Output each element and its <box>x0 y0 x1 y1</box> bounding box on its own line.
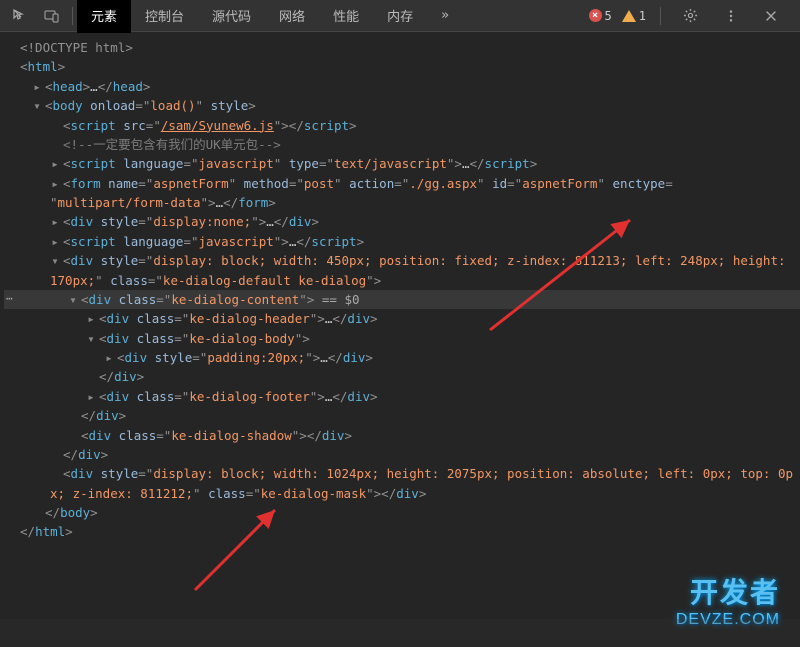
warning-icon <box>622 10 636 22</box>
dom-script-src[interactable]: ▸<script src="/sam/Syunew6.js"></script> <box>4 116 800 135</box>
dom-dialog-div[interactable]: ▾<div style="display: block; width: 450p… <box>4 251 800 290</box>
warning-count: 1 <box>639 9 646 23</box>
tab-elements[interactable]: 元素 <box>77 0 131 33</box>
dom-dialog-header[interactable]: ▸<div class="ke-dialog-header">…</div> <box>4 309 800 328</box>
dom-body-open[interactable]: ▾<body onload="load()" style> <box>4 96 800 115</box>
dom-mask-div[interactable]: ▸<div style="display: block; width: 1024… <box>4 464 800 503</box>
gear-icon[interactable] <box>675 2 706 29</box>
chevron-down-icon[interactable]: ▾ <box>50 251 60 270</box>
dom-html-close[interactable]: </html> <box>4 522 800 541</box>
dom-body-close[interactable]: ▸</body> <box>4 503 800 522</box>
chevron-right-icon[interactable]: ▸ <box>86 309 96 328</box>
dom-html-open[interactable]: <html> <box>4 57 800 76</box>
watermark-text-1: 开发者 <box>676 571 780 611</box>
dom-comment[interactable]: ▸<!--一定要包含有我们的UK单元包--> <box>4 135 800 154</box>
dom-dialog-content[interactable]: ⋯▾<div class="ke-dialog-content"> == $0 <box>4 290 800 309</box>
dom-dialog-body-inner[interactable]: ▸<div style="padding:20px;">…</div> <box>4 348 800 367</box>
dom-dialog-shadow[interactable]: ▸<div class="ke-dialog-shadow"></div> <box>4 426 800 445</box>
tab-network[interactable]: 网络 <box>265 0 319 33</box>
error-count: 5 <box>605 9 612 23</box>
elements-tree[interactable]: <!DOCTYPE html> <html> ▸<head>…</head> ▾… <box>0 32 800 647</box>
chevron-down-icon[interactable]: ▾ <box>32 96 42 115</box>
chevron-right-icon[interactable]: ▸ <box>50 212 60 231</box>
dom-doctype[interactable]: <!DOCTYPE html> <box>4 38 800 57</box>
tab-more[interactable]: » <box>427 0 463 31</box>
device-toggle-icon[interactable] <box>36 2 68 30</box>
dom-dialog-close[interactable]: ▸</div> <box>4 445 800 464</box>
chevron-down-icon[interactable]: ▾ <box>86 329 96 348</box>
dom-script3[interactable]: ▸<script language="javascript">…</script… <box>4 232 800 251</box>
dom-dialog-footer[interactable]: ▸<div class="ke-dialog-footer">…</div> <box>4 387 800 406</box>
dom-script-lang[interactable]: ▸<script language="javascript" type="tex… <box>4 154 800 173</box>
chevron-down-icon[interactable]: ▾ <box>68 290 78 309</box>
devtools-toolbar: 元素 控制台 源代码 网络 性能 内存 » × 5 1 <box>0 0 800 32</box>
warning-badge[interactable]: 1 <box>622 9 646 23</box>
dom-dialog-body-close[interactable]: ▸</div> <box>4 367 800 386</box>
selected-element-marker: == $0 <box>314 292 359 307</box>
chevron-right-icon[interactable]: ▸ <box>50 232 60 251</box>
tab-memory[interactable]: 内存 <box>373 0 427 33</box>
chevron-right-icon[interactable]: ▸ <box>32 77 42 96</box>
chevron-right-icon[interactable]: ▸ <box>50 174 60 193</box>
breakpoint-gutter-icon[interactable]: ⋯ <box>6 290 13 307</box>
dom-head[interactable]: ▸<head>…</head> <box>4 77 800 96</box>
chevron-right-icon[interactable]: ▸ <box>50 154 60 173</box>
close-icon[interactable] <box>756 3 786 29</box>
error-badge[interactable]: × 5 <box>589 9 612 23</box>
tab-console[interactable]: 控制台 <box>131 0 198 33</box>
breadcrumb-bar[interactable] <box>0 619 800 647</box>
separator <box>660 7 661 25</box>
chevron-right-icon[interactable]: ▸ <box>86 387 96 406</box>
inspect-icon[interactable] <box>4 2 36 30</box>
dom-div-hidden[interactable]: ▸<div style="display:none;">…</div> <box>4 212 800 231</box>
chevron-right-icon[interactable]: ▸ <box>104 348 114 367</box>
dom-dialog-body[interactable]: ▾<div class="ke-dialog-body"> <box>4 329 800 348</box>
separator <box>72 7 73 25</box>
dom-dialog-content-close[interactable]: ▸</div> <box>4 406 800 425</box>
tab-performance[interactable]: 性能 <box>319 0 373 33</box>
dom-form[interactable]: ▸<form name="aspnetForm" method="post" a… <box>4 174 800 213</box>
tab-sources[interactable]: 源代码 <box>198 0 265 33</box>
kebab-menu-icon[interactable] <box>716 3 746 29</box>
error-icon: × <box>589 9 602 22</box>
